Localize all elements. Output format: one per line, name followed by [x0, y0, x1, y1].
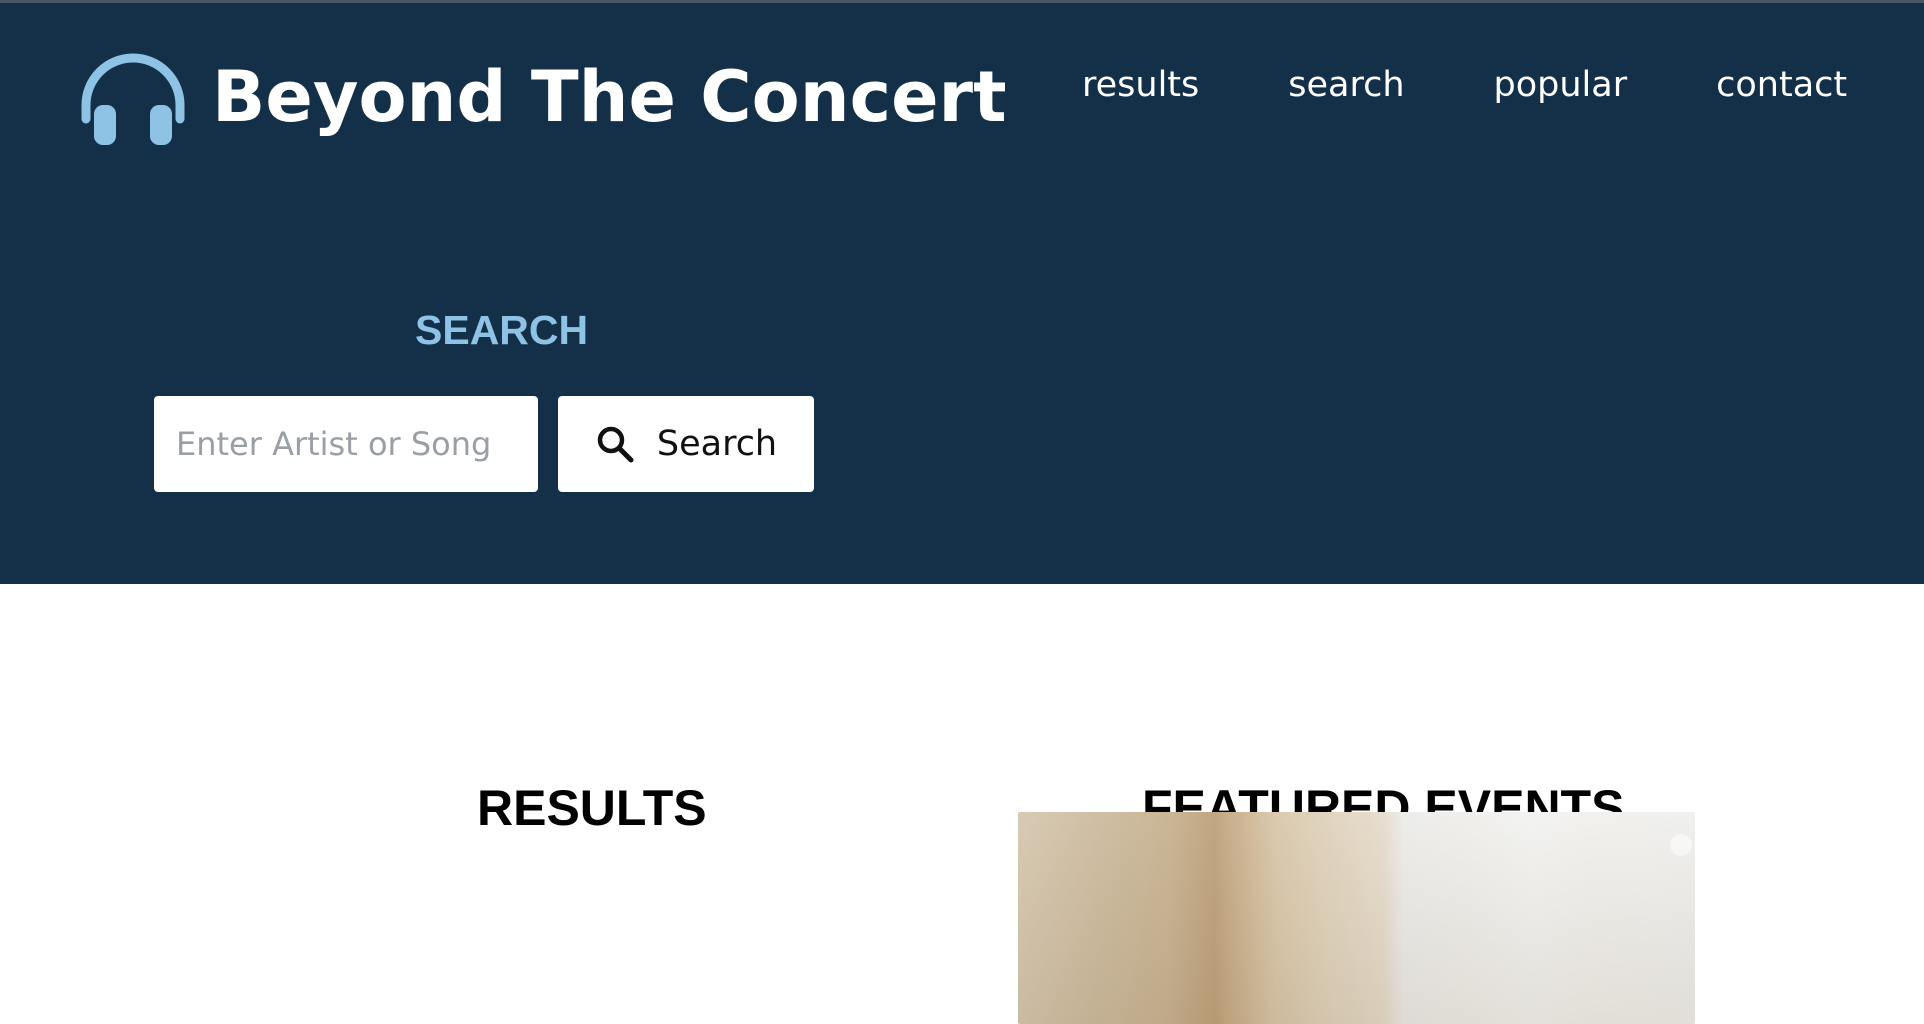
brand[interactable]: Beyond The Concert: [78, 47, 1007, 147]
info-icon[interactable]: [1670, 834, 1692, 856]
nav-link-results[interactable]: results: [1082, 63, 1199, 107]
featured-event-image[interactable]: [1018, 812, 1695, 1024]
brand-title: Beyond The Concert: [212, 56, 1007, 138]
search-icon: [597, 426, 634, 463]
nav-link-popular[interactable]: popular: [1494, 63, 1628, 107]
main-nav: results search popular contact: [1082, 63, 1847, 107]
headphones-icon: [81, 53, 185, 145]
nav-link-contact[interactable]: contact: [1716, 63, 1847, 107]
search-heading: SEARCH: [415, 307, 589, 353]
hero-header: Beyond The Concert results search popula…: [0, 3, 1924, 584]
search-button[interactable]: Search: [558, 396, 814, 492]
results-heading: RESULTS: [477, 779, 707, 836]
featured-event-image-shade: [1018, 812, 1695, 1024]
search-input[interactable]: [154, 396, 538, 492]
nav-link-search[interactable]: search: [1288, 63, 1404, 107]
search-button-label: Search: [656, 423, 778, 464]
